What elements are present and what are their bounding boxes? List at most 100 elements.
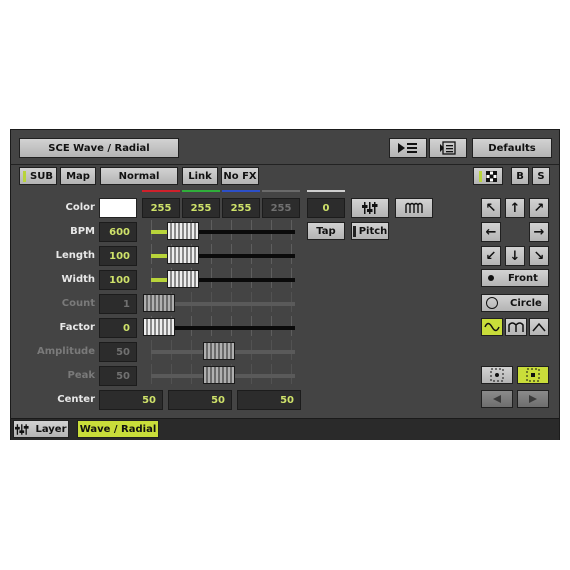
red-value[interactable]: 255 xyxy=(142,198,180,218)
alpha-value[interactable]: 0 xyxy=(307,198,345,218)
bpm-slider[interactable] xyxy=(167,222,199,240)
arrow-down-right-icon: ↘ xyxy=(533,248,545,264)
peak-slider[interactable] xyxy=(203,366,235,384)
center-y-value[interactable]: 50 xyxy=(168,390,232,410)
length-label: Length xyxy=(55,250,95,261)
no-fx-button[interactable]: No FX xyxy=(221,167,259,185)
blue-channel-line xyxy=(222,190,260,192)
arrow-right-icon: → xyxy=(533,224,545,240)
arrow-up-left-icon: ↖ xyxy=(485,200,497,216)
circle-button[interactable]: Circle xyxy=(481,294,549,312)
slider-fill xyxy=(151,254,167,258)
document-list-button[interactable] xyxy=(429,138,467,158)
width-label: Width xyxy=(61,274,95,285)
pitch-button[interactable]: Pitch xyxy=(351,222,389,240)
dir-right-button[interactable]: → xyxy=(529,222,549,242)
layer-button[interactable]: Layer xyxy=(13,420,69,438)
dir-up-left-button[interactable]: ↖ xyxy=(481,198,501,218)
dir-up-right-button[interactable]: ↗ xyxy=(529,198,549,218)
center-x-value[interactable]: 50 xyxy=(99,390,163,410)
play-list-icon xyxy=(398,143,417,153)
pattern-button[interactable] xyxy=(473,167,503,185)
bpm-label: BPM xyxy=(70,226,95,237)
mixer-button[interactable] xyxy=(351,198,389,218)
center-z-value[interactable]: 50 xyxy=(237,390,301,410)
amplitude-value[interactable]: 50 xyxy=(99,342,137,362)
target-button[interactable] xyxy=(481,366,513,384)
triangle-right-icon xyxy=(529,395,537,403)
center-label: Center xyxy=(57,394,95,405)
crosshair-icon xyxy=(490,368,504,382)
count-label: Count xyxy=(61,298,95,309)
red-channel-line xyxy=(142,190,180,192)
effect-title-button[interactable]: SCE Wave / Radial xyxy=(19,138,179,158)
tab-sub-label: SUB xyxy=(30,170,53,182)
triangle-left-icon xyxy=(493,395,501,403)
arrow-down-left-icon: ↙ xyxy=(485,248,497,264)
circle-icon xyxy=(486,297,498,309)
b-button[interactable]: B xyxy=(511,167,529,185)
layer-sliders-icon xyxy=(15,423,30,435)
dir-down-button[interactable]: ↓ xyxy=(505,246,525,266)
arrow-left-icon: ← xyxy=(485,224,497,240)
white-value[interactable]: 255 xyxy=(262,198,300,218)
header-divider xyxy=(11,164,559,165)
blue-value[interactable]: 255 xyxy=(222,198,260,218)
factor-slider[interactable] xyxy=(143,318,175,336)
defaults-button[interactable]: Defaults xyxy=(472,138,552,158)
link-button[interactable]: Link xyxy=(182,167,218,185)
crosshair-alt-icon xyxy=(526,368,540,382)
amplitude-label: Amplitude xyxy=(36,346,95,357)
green-channel-line xyxy=(182,190,220,192)
amplitude-slider[interactable] xyxy=(203,342,235,360)
dir-down-right-button[interactable]: ↘ xyxy=(529,246,549,266)
arrow-up-icon: ↑ xyxy=(509,200,521,216)
slider-fill xyxy=(151,278,167,282)
width-slider[interactable] xyxy=(167,270,199,288)
tab-wave-radial[interactable]: Wave / Radial xyxy=(77,420,159,438)
s-button[interactable]: S xyxy=(532,167,550,185)
tab-map[interactable]: Map xyxy=(60,167,96,185)
factor-value[interactable]: 0 xyxy=(99,318,137,338)
front-button[interactable]: Front xyxy=(481,269,549,287)
dir-left-button[interactable]: ← xyxy=(481,222,501,242)
arrow-up-right-icon: ↗ xyxy=(533,200,545,216)
sine-wave-icon xyxy=(484,322,500,332)
length-slider[interactable] xyxy=(167,246,199,264)
width-value[interactable]: 100 xyxy=(99,270,137,290)
pitch-label: Pitch xyxy=(358,225,388,237)
bpm-value[interactable]: 600 xyxy=(99,222,137,242)
target-alt-button[interactable] xyxy=(517,366,549,384)
pulse-wave-icon xyxy=(508,322,524,332)
color-waveform-button[interactable] xyxy=(395,198,433,218)
color-label: Color xyxy=(65,202,95,213)
triangle-wave-icon xyxy=(532,322,546,332)
next-button[interactable] xyxy=(517,390,549,408)
wave-triangle-button[interactable] xyxy=(529,318,549,336)
count-slider[interactable] xyxy=(143,294,175,312)
sliders-icon xyxy=(362,202,378,214)
play-stop-button[interactable] xyxy=(389,138,427,158)
white-channel-line xyxy=(262,190,300,192)
peak-label: Peak xyxy=(67,370,95,381)
factor-label: Factor xyxy=(59,322,95,333)
color-swatch[interactable] xyxy=(99,198,137,218)
length-value[interactable]: 100 xyxy=(99,246,137,266)
mode-select[interactable]: Normal xyxy=(100,167,178,185)
dir-down-left-button[interactable]: ↙ xyxy=(481,246,501,266)
peak-value[interactable]: 50 xyxy=(99,366,137,386)
layer-label: Layer xyxy=(35,423,67,435)
front-label: Front xyxy=(508,272,538,284)
green-value[interactable]: 255 xyxy=(182,198,220,218)
alpha-channel-line xyxy=(307,190,345,192)
count-value[interactable]: 1 xyxy=(99,294,137,314)
slider-fill xyxy=(151,230,167,234)
dir-up-button[interactable]: ↑ xyxy=(505,198,525,218)
tab-sub[interactable]: SUB xyxy=(19,167,57,185)
pitch-indicator xyxy=(352,225,356,237)
circle-label: Circle xyxy=(510,297,542,309)
tap-button[interactable]: Tap xyxy=(307,222,345,240)
prev-button[interactable] xyxy=(481,390,513,408)
wave-sine-button[interactable] xyxy=(481,318,503,336)
wave-pulse-button[interactable] xyxy=(505,318,527,336)
